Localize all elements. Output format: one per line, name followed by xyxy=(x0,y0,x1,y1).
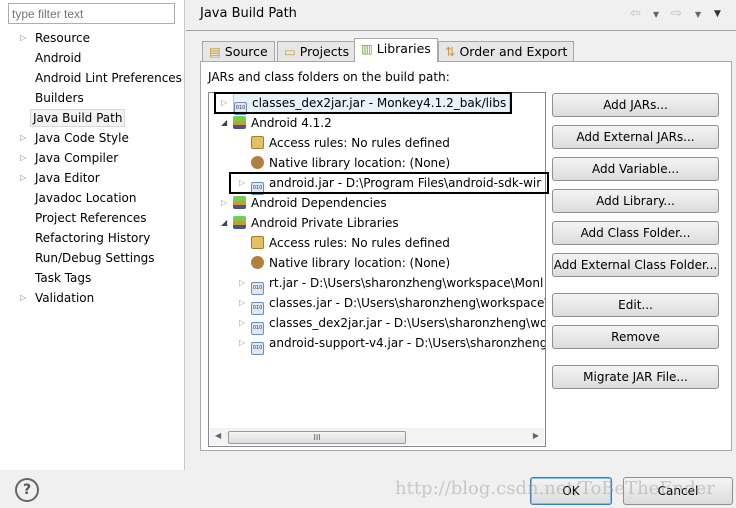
expand-arrow-icon[interactable]: ▷ xyxy=(239,294,245,312)
add-library-button[interactable]: Add Library... xyxy=(552,189,719,213)
folder-icon: ▭ xyxy=(284,44,296,59)
tree-item-label: Android Dependencies xyxy=(251,196,387,210)
sidebar-item[interactable]: Java Code Style xyxy=(33,129,131,147)
tree-item-label: classes.jar - D:\Users\sharonzheng\works… xyxy=(269,296,546,310)
tree-item[interactable]: Native library location: (None) xyxy=(251,153,450,173)
header-divider xyxy=(186,30,736,31)
expand-arrow-icon[interactable]: ▷ xyxy=(20,129,26,147)
library-icon: ▥ xyxy=(361,41,373,56)
watermark: http://blog.csdn.net/ToBeTheEnder xyxy=(395,478,715,499)
expand-arrow-icon[interactable]: ▷ xyxy=(239,314,245,332)
tab-label: Order and Export xyxy=(459,44,568,59)
tree-item[interactable]: Android 4.1.2 xyxy=(233,113,332,133)
tree-item-label: android-support-v4.jar - D:\Users\sharon… xyxy=(269,336,546,350)
sidebar-item[interactable]: Javadoc Location xyxy=(33,189,138,207)
expand-arrow-icon[interactable]: ▷ xyxy=(20,29,26,47)
expand-arrow-icon[interactable]: ▷ xyxy=(20,169,26,187)
scroll-right-icon[interactable]: ▶ xyxy=(533,431,539,440)
tree-item-label: Native library location: (None) xyxy=(269,156,451,170)
access-rules-icon xyxy=(251,136,264,149)
tab-source[interactable]: ▤ Source xyxy=(202,41,275,61)
add-external-jars-button[interactable]: Add External JARs... xyxy=(552,125,719,149)
sidebar-item[interactable]: Android Lint Preferences xyxy=(33,69,184,87)
expand-arrow-icon[interactable]: ▷ xyxy=(20,149,26,167)
library-icon xyxy=(233,116,246,129)
tree-item[interactable]: Access rules: No rules defined xyxy=(251,233,450,253)
tab-projects[interactable]: ▭ Projects xyxy=(277,41,357,61)
edit-button[interactable]: Edit... xyxy=(552,293,719,317)
filter-input[interactable] xyxy=(8,3,175,24)
highlight-box xyxy=(229,172,549,194)
tree-item[interactable]: Access rules: No rules defined xyxy=(251,133,450,153)
tab-libraries[interactable]: ▥ Libraries xyxy=(354,38,438,62)
add-variable-button[interactable]: Add Variable... xyxy=(552,157,719,181)
tree-item-label: classes_dex2jar.jar - D:\Users\sharonzhe… xyxy=(269,316,546,330)
page-title: Java Build Path xyxy=(200,6,297,21)
properties-sidebar: ▷ Resource Android Android Lint Preferences… xyxy=(0,0,185,470)
tree-item[interactable]: 010 classes.jar - D:\Users\sharonzheng\wo… xyxy=(251,293,546,315)
sidebar-item[interactable]: Validation xyxy=(33,289,96,307)
expand-arrow-icon[interactable]: ▷ xyxy=(221,194,227,212)
arrow-right-icon[interactable]: ⇨ xyxy=(671,6,682,21)
tab-order-and-export[interactable]: ⇅ Order and Export xyxy=(438,41,575,61)
collapse-arrow-icon[interactable]: ◢ xyxy=(221,114,227,132)
add-jars-button[interactable]: Add JARs... xyxy=(552,93,719,117)
order-icon: ⇅ xyxy=(445,44,456,59)
horizontal-scrollbar[interactable]: ◀ III ▶ xyxy=(210,428,544,445)
tree-item[interactable]: Native library location: (None) xyxy=(251,253,450,273)
sidebar-item[interactable]: Android xyxy=(33,49,83,67)
jar-icon: 010 xyxy=(251,342,264,355)
sidebar-item[interactable]: Java Editor xyxy=(33,169,102,187)
sidebar-item[interactable]: Run/Debug Settings xyxy=(33,249,157,267)
tree-item-label: rt.jar - D:\Users\sharonzheng\workspace\… xyxy=(269,276,544,290)
tree-item-label: Native library location: (None) xyxy=(269,256,451,270)
chevron-down-icon[interactable]: ▼ xyxy=(714,9,721,19)
forward-menu-icon[interactable]: ▼ xyxy=(695,10,701,19)
tree-item-label: Access rules: No rules defined xyxy=(269,236,450,250)
sidebar-item[interactable]: Task Tags xyxy=(33,269,93,287)
tab-label: Libraries xyxy=(376,41,431,56)
scroll-left-icon[interactable]: ◀ xyxy=(215,431,221,440)
tab-label: Source xyxy=(224,44,268,59)
access-rules-icon xyxy=(251,236,264,249)
highlight-box xyxy=(214,92,512,114)
sidebar-item[interactable]: Builders xyxy=(33,89,86,107)
tree-item-label: Access rules: No rules defined xyxy=(269,136,450,150)
expand-arrow-icon[interactable]: ▷ xyxy=(20,289,26,307)
migrate-jar-file-button[interactable]: Migrate JAR File... xyxy=(552,365,719,389)
arrow-left-icon[interactable]: ⇦ xyxy=(630,6,641,21)
sidebar-item[interactable]: Refactoring History xyxy=(33,229,152,247)
tree-item[interactable]: 010 rt.jar - D:\Users\sharonzheng\workspa… xyxy=(251,273,544,295)
tree-item[interactable]: 010 classes_dex2jar.jar - D:\Users\sharon… xyxy=(251,313,546,335)
library-icon xyxy=(233,196,246,209)
native-library-icon xyxy=(251,256,264,269)
add-class-folder-button[interactable]: Add Class Folder... xyxy=(552,221,719,245)
source-folder-icon: ▤ xyxy=(209,44,221,59)
collapse-arrow-icon[interactable]: ◢ xyxy=(221,214,227,232)
library-icon xyxy=(233,216,246,229)
expand-arrow-icon[interactable]: ▷ xyxy=(239,334,245,352)
scroll-thumb[interactable]: III xyxy=(228,431,406,444)
tree-item-label: Android Private Libraries xyxy=(251,216,399,230)
sidebar-item[interactable]: Java Compiler xyxy=(33,149,120,167)
back-menu-icon[interactable]: ▼ xyxy=(653,10,659,19)
remove-button[interactable]: Remove xyxy=(552,325,719,349)
native-library-icon xyxy=(251,156,264,169)
build-path-label: JARs and class folders on the build path… xyxy=(208,70,450,84)
library-tree[interactable]: ▷ 010 classes_dex2jar.jar - Monkey4.1.2_ba… xyxy=(208,92,546,447)
sidebar-item[interactable]: Resource xyxy=(33,29,92,47)
expand-arrow-icon[interactable]: ▷ xyxy=(239,274,245,292)
add-external-class-folder-button[interactable]: Add External Class Folder... xyxy=(552,253,719,277)
sidebar-item[interactable]: Java Build Path xyxy=(30,109,126,127)
tree-item-label: Android 4.1.2 xyxy=(251,116,332,130)
tree-item[interactable]: 010 android-support-v4.jar - D:\Users\sha… xyxy=(251,333,546,355)
tab-label: Projects xyxy=(299,44,350,59)
sidebar-item[interactable]: Project References xyxy=(33,209,149,227)
help-icon[interactable]: ? xyxy=(15,478,39,502)
tree-item[interactable]: Android Private Libraries xyxy=(233,213,399,233)
tree-item[interactable]: Android Dependencies xyxy=(233,193,387,213)
